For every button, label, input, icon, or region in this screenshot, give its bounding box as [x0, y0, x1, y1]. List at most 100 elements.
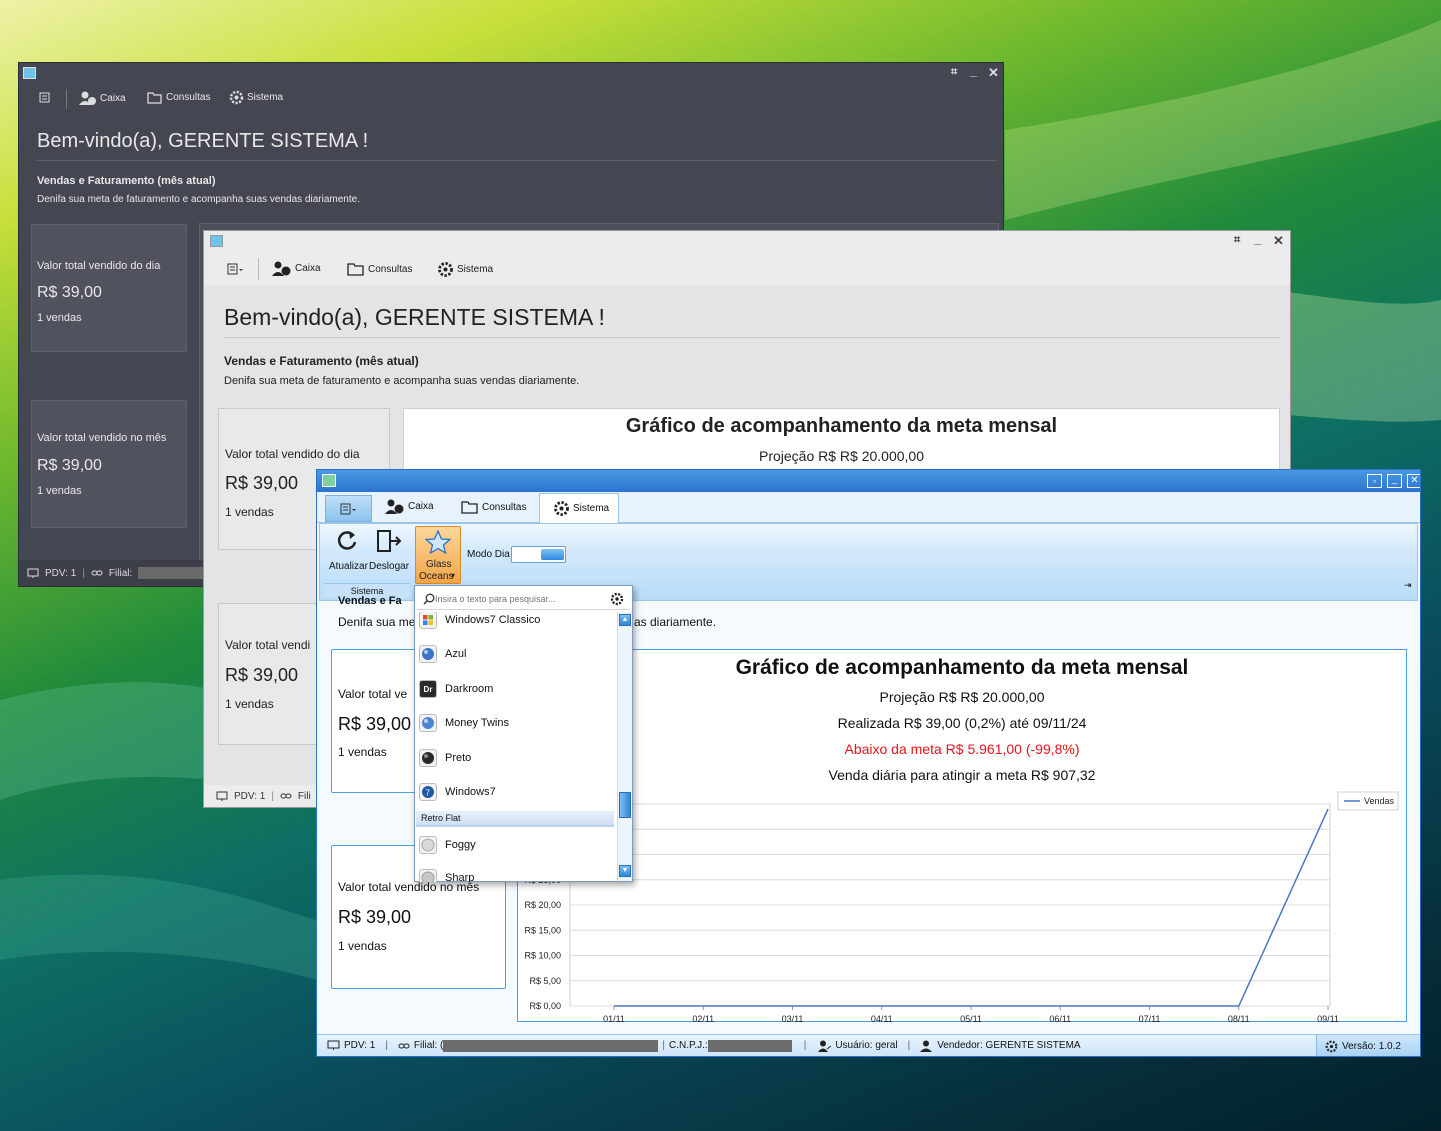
restore-icon[interactable]: ⌗	[1234, 234, 1240, 247]
divider	[224, 337, 1280, 338]
x-tick-label: 06/11	[1049, 1014, 1071, 1022]
menu-sistema-label: Sistema	[247, 92, 284, 103]
app-icon	[322, 474, 336, 487]
separator: |	[271, 790, 274, 802]
pin-icon[interactable]: ⇥	[1404, 580, 1412, 591]
section-description: Denifa sua meta de faturamento e acompan…	[224, 375, 580, 387]
theme-item-label: Preto	[445, 752, 472, 764]
theme-item-azul[interactable]: Azul	[419, 639, 615, 669]
tab-consultas[interactable]: Consultas	[461, 500, 526, 514]
list-dropdown-icon	[340, 503, 356, 515]
close-icon[interactable]: ✕	[988, 65, 999, 81]
minimize-icon[interactable]: _	[1254, 231, 1261, 246]
menu-caixa[interactable]: Caixa	[79, 91, 126, 105]
cashier-user-icon	[79, 91, 96, 105]
day-card-count: 1 vendas	[37, 312, 82, 324]
link-icon	[91, 570, 103, 576]
menu-consultas[interactable]: Consultas	[347, 262, 412, 276]
menu-sistema[interactable]: Sistema	[229, 90, 283, 105]
status-filial: Filial: (	[413, 1040, 444, 1051]
theme-item-windows7[interactable]: 7 Windows7	[419, 777, 615, 807]
darkroom-logo-icon: Dr	[419, 680, 437, 698]
theme-item-preto[interactable]: Preto	[419, 743, 615, 773]
main-menu-button[interactable]	[39, 92, 50, 103]
month-card-count: 1 vendas	[338, 939, 387, 953]
app-icon	[23, 67, 36, 79]
theme-item-label: Windows7	[445, 786, 496, 798]
title-bar: ▫ _ ✕	[317, 470, 1420, 492]
x-tick-label: 05/11	[960, 1014, 982, 1022]
month-card-count: 1 vendas	[37, 485, 82, 497]
minimize-icon[interactable]: _	[970, 63, 977, 78]
gear-icon	[229, 90, 244, 105]
theme-item-label: Azul	[445, 648, 467, 660]
chevron-down-icon: ▾	[451, 571, 456, 580]
theme-list-scrollbar[interactable]: ▲ ▼	[617, 612, 632, 881]
menu-consultas[interactable]: Consultas	[147, 91, 210, 104]
status-usuario: Usuário: geral	[835, 1040, 898, 1051]
theme-item-windows7-classico[interactable]: Windows7 Classico	[419, 612, 615, 635]
main-menu-button[interactable]	[325, 495, 372, 522]
scroll-thumb[interactable]	[619, 792, 631, 818]
search-icon	[423, 593, 435, 605]
tab-sistema[interactable]: Sistema	[539, 493, 619, 524]
y-tick-label: R$ 10,00	[524, 951, 561, 961]
separator: |	[82, 567, 85, 579]
status-vendedor: Vendedor: GERENTE SISTEMA	[937, 1040, 1081, 1051]
cashier-user-icon	[385, 499, 404, 514]
settings-gear-icon[interactable]	[610, 592, 624, 606]
logout-icon	[377, 530, 402, 552]
theme-item-sharp[interactable]: Sharp	[419, 863, 615, 882]
scroll-up-icon[interactable]: ▲	[619, 614, 631, 626]
theme-list: Windows7 Classico Azul Dr Darkroom Money…	[415, 612, 615, 882]
modo-dia-toggle[interactable]	[511, 546, 566, 563]
section-description: Denifa sua meta de faturamento e acompan…	[37, 194, 360, 205]
tab-caixa[interactable]: Caixa	[385, 499, 434, 514]
y-tick-label: R$ 5,00	[529, 976, 561, 986]
y-tick-label: R$ 20,00	[524, 900, 561, 910]
theme-selector-button[interactable]: Glass Oceans ▾	[415, 526, 461, 584]
tab-caixa-label: Caixa	[408, 501, 434, 512]
theme-button-line1: Glass	[426, 559, 452, 570]
month-sales-card: Valor total vendido no mês R$ 39,00 1 ve…	[31, 400, 187, 528]
chart-panel: Gráfico de acompanhamento da meta mensal…	[517, 649, 1407, 1022]
day-card-title: Valor total vendido do dia	[37, 260, 161, 272]
menu-caixa[interactable]: Caixa	[272, 261, 321, 276]
menu-sistema-label: Sistema	[457, 264, 494, 275]
close-icon[interactable]: ✕	[1407, 474, 1420, 488]
close-icon[interactable]: ✕	[1273, 233, 1284, 249]
deslogar-button[interactable]: Deslogar	[368, 528, 409, 574]
theme-search-input[interactable]	[435, 591, 603, 606]
restore-icon[interactable]: ⌗	[951, 66, 957, 79]
legend-label: Vendas	[1364, 796, 1395, 806]
theme-group-retro-flat: Retro Flat	[416, 811, 614, 827]
main-menu-button[interactable]	[227, 263, 245, 275]
svg-text:7: 7	[426, 789, 431, 798]
menu-bar: Caixa Consultas Sistema	[204, 253, 1290, 285]
menu-sistema[interactable]: Sistema	[437, 261, 493, 278]
status-pdv: PDV: 1	[45, 567, 77, 579]
atualizar-button[interactable]: Atualizar	[328, 528, 368, 574]
title-bar: ⌗ _ ✕	[204, 231, 1290, 253]
chart-realizada: Realizada R$ 39,00 (0,2%) até 09/11/24	[837, 715, 1087, 731]
scroll-down-icon[interactable]: ▼	[619, 865, 631, 877]
cashier-user-icon	[272, 261, 291, 276]
theme-search-box[interactable]	[417, 588, 630, 610]
minimize-icon[interactable]: _	[1387, 474, 1402, 488]
day-card-value: R$ 39,00	[37, 284, 102, 301]
monitor-icon	[27, 568, 39, 578]
day-sales-card: Valor total vendido do dia R$ 39,00 1 ve…	[31, 224, 187, 352]
list-dropdown-icon	[227, 263, 243, 275]
theme-item-foggy[interactable]: Foggy	[419, 830, 615, 860]
restore-icon[interactable]: ▫	[1367, 474, 1382, 488]
x-tick-label: 02/11	[692, 1014, 714, 1022]
gray-orb-icon	[419, 836, 437, 854]
status-pdv: PDV: 1	[234, 790, 266, 802]
theme-item-darkroom[interactable]: Dr Darkroom	[419, 674, 615, 704]
monitor-icon	[327, 1040, 340, 1050]
redacted-filial	[443, 1039, 659, 1052]
theme-item-money-twins[interactable]: Money Twins	[419, 708, 615, 738]
monitor-icon	[216, 791, 228, 801]
link-icon	[398, 1043, 410, 1048]
welcome-title: Bem-vindo(a), GERENTE SISTEMA !	[37, 130, 369, 152]
